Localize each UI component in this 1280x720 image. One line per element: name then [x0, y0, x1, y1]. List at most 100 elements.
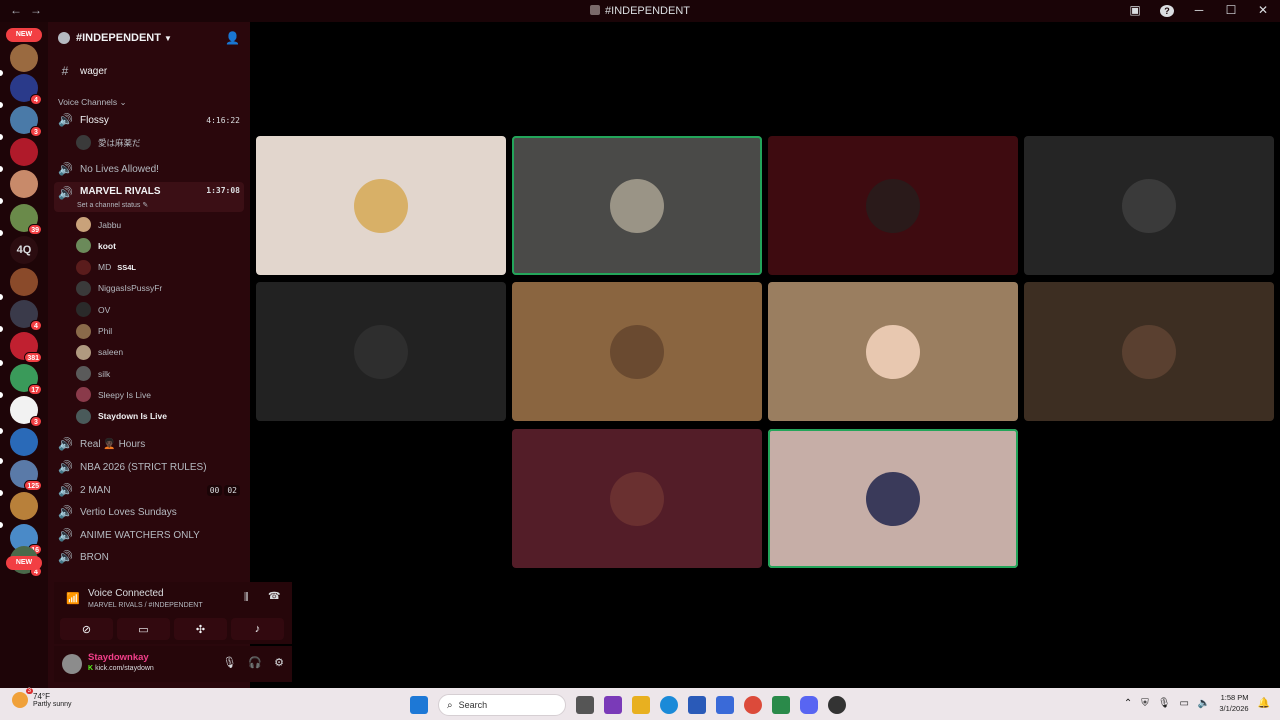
channel-status-prompt[interactable]: Set a channel status ✎: [77, 201, 148, 209]
server-icon[interactable]: 39: [10, 204, 42, 235]
guild-header[interactable]: #INDEPENDENT ▼ 👤: [48, 22, 250, 54]
server-icon[interactable]: [10, 44, 38, 72]
voice-member[interactable]: silk: [76, 364, 244, 383]
participant-avatar: [866, 471, 920, 526]
voice-member[interactable]: koot: [76, 236, 244, 255]
voice-member[interactable]: saleen: [76, 343, 244, 362]
server-4q[interactable]: 4Q: [10, 236, 38, 264]
username[interactable]: Staydownkay: [88, 652, 149, 663]
voice-member[interactable]: Phil: [76, 322, 244, 341]
server-icon[interactable]: [10, 170, 38, 198]
disconnect-icon[interactable]: ☎: [268, 591, 280, 602]
channel-bron[interactable]: 🔊 BRON: [54, 547, 244, 567]
app-icon[interactable]: [604, 696, 622, 714]
activities-icon[interactable]: ✣: [174, 618, 227, 640]
help-icon[interactable]: ?: [1160, 3, 1174, 17]
server-icon[interactable]: [10, 428, 38, 456]
mic-tray-icon[interactable]: 🎙: [1158, 698, 1171, 709]
channel-nba-2026[interactable]: 🔊 NBA 2026 (STRICT RULES): [54, 457, 244, 477]
signal-icon[interactable]: 📶: [66, 592, 80, 605]
server-icon[interactable]: 125: [10, 460, 42, 491]
channel-timer: 4:16:22: [206, 115, 240, 125]
participant-tile[interactable]: [768, 429, 1018, 568]
channel-flossy[interactable]: 🔊 Flossy 4:16:22: [54, 110, 244, 130]
voice-member[interactable]: NiggasIsPussyFr: [76, 279, 244, 298]
participant-tile[interactable]: [512, 282, 762, 421]
network-icon[interactable]: ▭: [1179, 698, 1188, 709]
server-icon[interactable]: 3: [10, 396, 42, 427]
server-icon[interactable]: 3: [10, 106, 42, 137]
task-view-icon[interactable]: [576, 696, 594, 714]
edge-icon[interactable]: [660, 696, 678, 714]
voice-member[interactable]: OV: [76, 300, 244, 319]
invite-people-icon[interactable]: 👤: [225, 31, 240, 45]
security-icon[interactable]: ⛨: [1141, 698, 1149, 709]
headphones-icon[interactable]: 🎧: [248, 656, 262, 669]
participant-tile[interactable]: [512, 429, 762, 568]
new-pill-top[interactable]: NEW: [6, 28, 42, 42]
avatar: [76, 366, 91, 382]
file-explorer-icon[interactable]: [632, 696, 650, 714]
server-icon[interactable]: [10, 268, 38, 296]
gear-icon[interactable]: ⚙: [274, 656, 284, 669]
channel-no-lives-allowed[interactable]: 🔊 No Lives Allowed!: [54, 159, 244, 179]
participant-tile[interactable]: [1024, 282, 1274, 421]
server-icon[interactable]: 4: [10, 74, 42, 105]
search-icon: ⌕: [447, 699, 453, 711]
clock[interactable]: 1:58 PM 3/1/2026: [1219, 692, 1248, 714]
channel-wager[interactable]: # wager: [54, 61, 244, 81]
store-icon[interactable]: [688, 696, 706, 714]
unread-indicator: [0, 102, 3, 108]
participant-tile[interactable]: [256, 282, 506, 421]
server-icon[interactable]: 17: [10, 364, 42, 395]
app-icon[interactable]: [716, 696, 734, 714]
server-icon[interactable]: [10, 492, 38, 520]
voice-member[interactable]: Jabbu: [76, 215, 244, 234]
server-icon[interactable]: 381: [10, 332, 42, 363]
close-button[interactable]: ✕: [1256, 3, 1270, 17]
notifications-icon[interactable]: 🔔: [1258, 698, 1270, 709]
voice-member[interactable]: Staydown Is Live: [76, 407, 244, 426]
voice-status-title[interactable]: Voice Connected: [88, 588, 164, 599]
soundboard-icon[interactable]: ♪: [231, 618, 284, 640]
participant-tile[interactable]: [768, 282, 1018, 421]
unread-indicator: [0, 230, 3, 236]
voice-category[interactable]: Voice Channels ⌄: [58, 97, 127, 108]
inbox-icon[interactable]: ▣: [1128, 3, 1142, 17]
avatar[interactable]: [62, 654, 82, 674]
participant-tile[interactable]: [768, 136, 1018, 275]
sun-icon: 3: [12, 688, 33, 708]
microphone-icon[interactable]: 🎙: [222, 656, 236, 669]
channel-anime-watchers[interactable]: 🔊 ANIME WATCHERS ONLY: [54, 525, 244, 545]
minimize-button[interactable]: ─: [1192, 3, 1206, 17]
taskbar-search[interactable]: ⌕ Search: [438, 694, 566, 716]
discord-icon[interactable]: [800, 696, 818, 714]
new-pill-bottom[interactable]: NEW: [6, 556, 42, 570]
voice-member[interactable]: MD SS4L: [76, 258, 244, 277]
voice-member[interactable]: Sleepy Is Live: [76, 385, 244, 404]
participant-tile[interactable]: [1024, 136, 1274, 275]
participant-tile[interactable]: [256, 136, 506, 275]
channel-2-man[interactable]: 🔊 2 MAN 00 02: [54, 480, 244, 500]
channel-real-hours[interactable]: 🔊 Real 🧑🏿‍🦱 Hours: [54, 434, 244, 454]
app-icon[interactable]: [772, 696, 790, 714]
channel-vertio[interactable]: 🔊 Vertio Loves Sundays: [54, 502, 244, 522]
video-off-icon[interactable]: ⊘: [60, 618, 113, 640]
voice-member[interactable]: 愛は麻薬だ: [76, 133, 244, 152]
chrome-icon[interactable]: [744, 696, 762, 714]
avatar: [76, 135, 91, 150]
server-icon[interactable]: 4: [10, 300, 42, 331]
unread-indicator: [0, 428, 3, 434]
speaker-icon: 🔊: [58, 186, 73, 200]
server-icon[interactable]: [10, 138, 38, 166]
noise-suppression-icon[interactable]: ⫼: [244, 592, 249, 603]
maximize-button[interactable]: ☐: [1224, 3, 1238, 17]
windows-start-icon[interactable]: [410, 696, 428, 714]
volume-icon[interactable]: 🔈: [1198, 698, 1210, 709]
participant-tile[interactable]: [512, 136, 762, 275]
chevron-up-icon[interactable]: ⌃: [1124, 698, 1132, 709]
screen-share-icon[interactable]: ▭: [117, 618, 170, 640]
app-icon[interactable]: [828, 696, 846, 714]
weather-widget[interactable]: 3 74°F Partly sunny: [12, 688, 72, 708]
voice-status-subtitle[interactable]: MARVEL RIVALS / #INDEPENDENT: [88, 602, 203, 609]
